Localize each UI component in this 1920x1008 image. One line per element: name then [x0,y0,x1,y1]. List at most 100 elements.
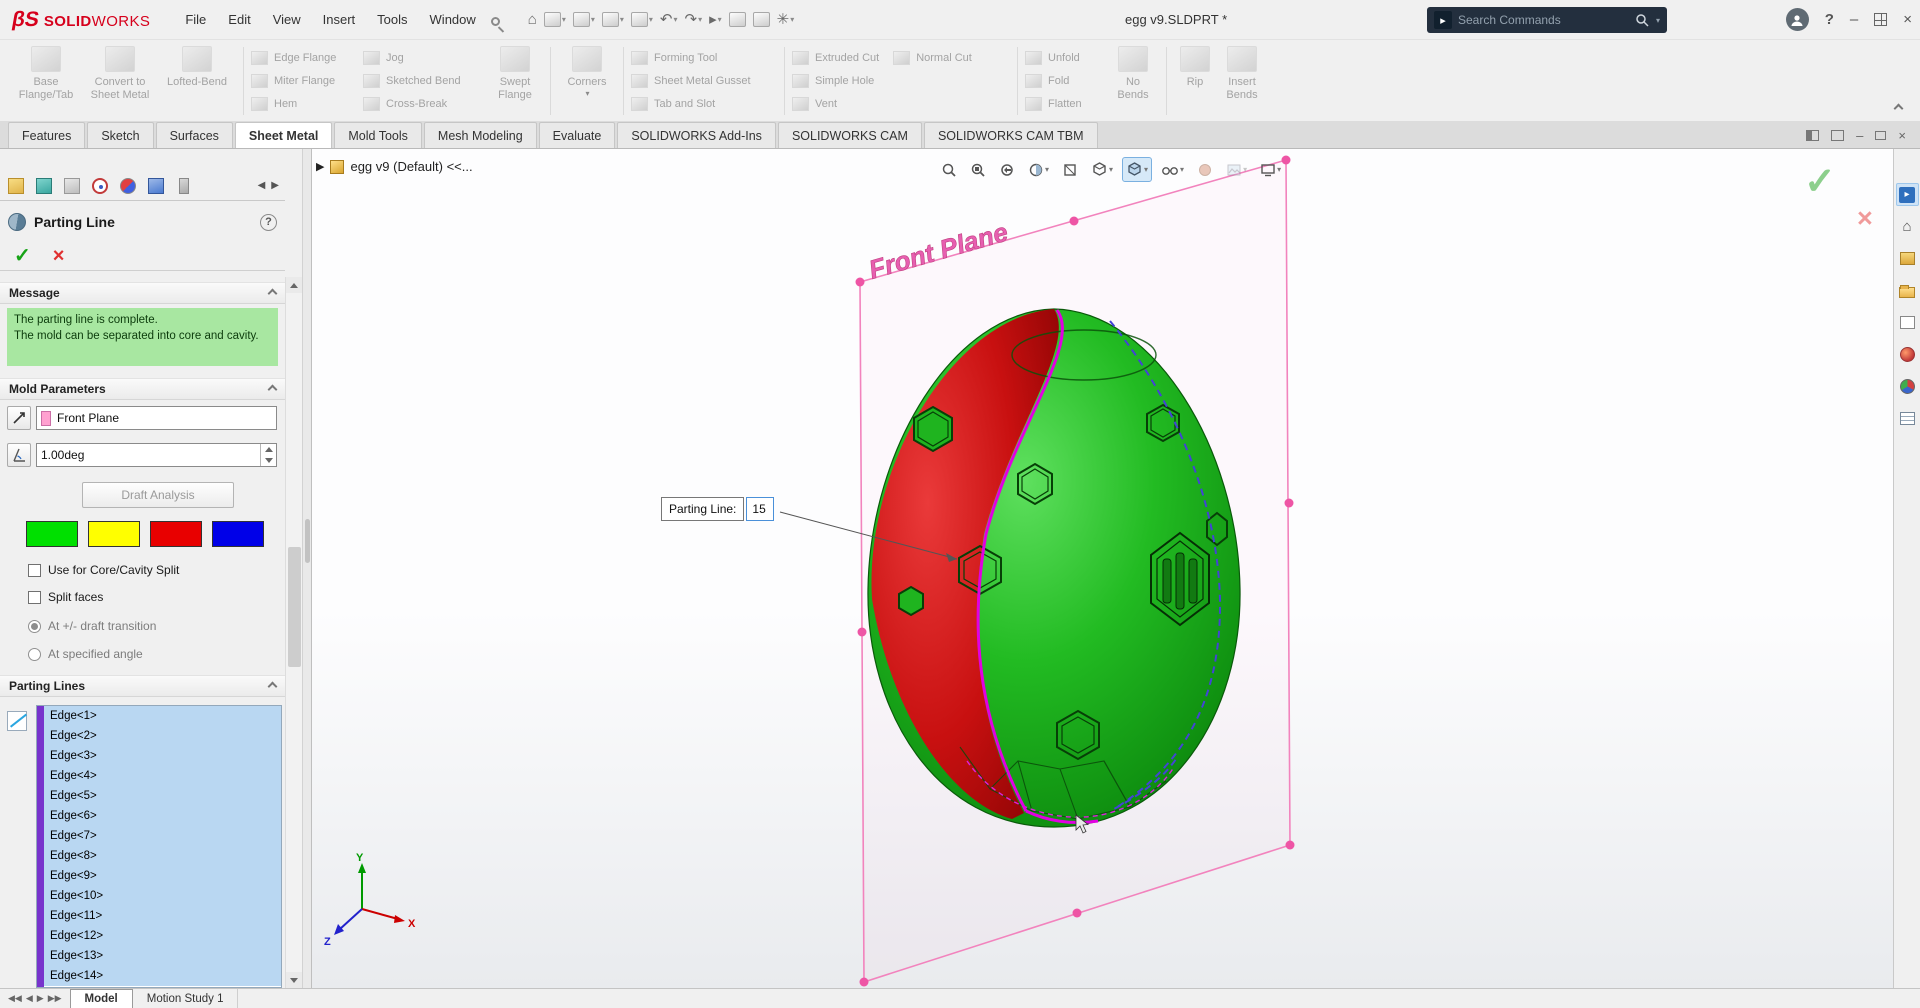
displaymanager-tab[interactable] [118,176,138,196]
parting-line-edge-item[interactable]: Edge<14> [44,966,281,986]
parting-line-edge-item[interactable]: Edge<7> [44,826,281,846]
flyout-expand-icon[interactable]: ▶ [316,160,324,173]
select-button[interactable]: ▸ ▾ [707,10,724,29]
plane-handle[interactable] [1069,216,1079,226]
sketched-bend-button[interactable]: Sketched Bend [363,71,487,90]
menu-insert[interactable]: Insert [312,7,367,32]
plane-handle[interactable] [855,277,865,287]
view-palette-tab[interactable] [1896,311,1919,334]
scrollbar-thumb[interactable] [288,547,301,667]
help-icon[interactable]: ? [260,213,277,231]
tab-and-slot-button[interactable]: Tab and Slot [631,94,777,113]
search-dropdown-icon[interactable]: ▾ [1656,16,1660,25]
parting-line-edge-item[interactable]: Edge<10> [44,886,281,906]
no-bends-button[interactable]: No Bends [1107,43,1159,119]
reverse-direction-button[interactable] [7,406,31,430]
parting-lines-section-header[interactable]: Parting Lines [0,675,285,697]
parting-line-edges-listbox[interactable]: Edge<1> Edge<2> Edge<3> Edge<4> Edge<5> … [36,705,282,988]
parting-line-edge-item[interactable]: Edge<2> [44,726,281,746]
plane-handle[interactable] [1284,498,1294,508]
plane-handle[interactable] [1072,908,1082,918]
featuremanager-tree-tab[interactable] [6,176,26,196]
save-button[interactable]: ▾ [600,10,626,29]
options-button[interactable]: ✳ ▾ [775,10,797,29]
simple-hole-button[interactable]: Simple Hole [792,71,1010,90]
home-tab[interactable]: ⌂ [1896,215,1919,238]
user-profile-icon[interactable] [1785,8,1809,31]
next-tab-icon[interactable]: ▶ [37,993,44,1004]
extruded-cut-button[interactable]: Extruded Cut [792,48,879,67]
custom-properties-tab[interactable] [1896,407,1919,430]
parting-line-edge-item[interactable]: Edge<5> [44,786,281,806]
search-icon[interactable] [1635,13,1649,27]
ok-button[interactable]: ✓ [14,246,31,266]
hide-show-items-icon[interactable]: ▾ [1157,157,1188,182]
dimxpertmanager-tab[interactable] [90,176,110,196]
undo-button[interactable]: ↶ ▾ [658,10,680,29]
plane-handle[interactable] [857,627,867,637]
edge-flange-button[interactable]: Edge Flange [251,48,363,67]
parting-line-edge-item[interactable]: Edge<6> [44,806,281,826]
radio-selected-icon[interactable] [28,619,41,633]
parting-line-edge-item[interactable]: Edge<3> [44,746,281,766]
callout-value-field[interactable]: 15 [746,497,775,521]
lofted-bend-button[interactable]: Lofted-Bend [158,43,236,119]
tab-surfaces[interactable]: Surfaces [155,122,233,148]
jog-button[interactable]: Jog [363,48,487,67]
section-view-icon[interactable]: ▾ [1024,157,1053,182]
sheet-metal-gusset-button[interactable]: Sheet Metal Gusset [631,71,777,90]
tab-solidworks-cam-tbm[interactable]: SOLIDWORKS CAM TBM [923,122,1098,148]
model-view[interactable]: Front Plane [312,149,1893,988]
menu-view[interactable]: View [262,7,312,32]
view-orientation-icon[interactable]: ▾ [1087,157,1117,182]
corners-dropdown-icon[interactable]: ▾ [585,89,589,98]
negative-draft-swatch[interactable] [150,521,202,547]
doc-minimize-icon[interactable]: – [1856,128,1863,143]
previous-view-icon[interactable] [995,157,1019,182]
straddle-faces-swatch[interactable] [212,521,264,547]
display-style-icon[interactable]: ▾ [1122,157,1153,182]
rip-button[interactable]: Rip [1174,43,1216,119]
search-scope-icon[interactable]: ▸ [1434,11,1452,29]
cross-break-button[interactable]: Cross-Break [363,94,487,113]
pin-menu-icon[interactable] [490,17,500,26]
normal-cut-button[interactable]: Normal Cut [893,48,972,67]
graphics-viewport[interactable]: Front Plane ▶ egg v9 (Default) <<... ▾ ▾… [312,149,1893,988]
sheet-properties-button[interactable] [751,10,772,29]
help-icon[interactable]: ? [1825,11,1834,28]
cam-feature-tree-tab[interactable] [146,176,166,196]
command-search[interactable]: ▸ ▾ [1427,7,1667,33]
minimize-button[interactable]: – [1850,11,1858,28]
last-tab-icon[interactable]: ▶▶ [48,993,62,1004]
parting-line-edge-item[interactable]: Edge<13> [44,946,281,966]
model-tab[interactable]: Model [69,989,133,1008]
message-section-header[interactable]: Message [0,282,285,304]
first-tab-icon[interactable]: ◀◀ [8,993,22,1004]
mold-parameters-section-header[interactable]: Mold Parameters [0,378,285,400]
spin-down-icon[interactable] [264,458,273,463]
pane-right-icon[interactable] [1831,130,1845,141]
angle-spinner[interactable] [260,444,276,466]
zoom-to-fit-icon[interactable] [937,157,961,182]
swept-flange-button[interactable]: Swept Flange [487,43,543,119]
solidworks-resources-tab[interactable]: ▸ [1895,183,1919,206]
propertymanager-tab[interactable] [34,176,54,196]
menu-tools[interactable]: Tools [366,7,418,32]
plane-handle[interactable] [859,977,869,987]
tab-scroll-left-icon[interactable]: ◀ [258,180,266,191]
parting-line-edge-item[interactable]: Edge<9> [44,866,281,886]
confirmation-cancel-button[interactable]: × [1857,205,1873,232]
tab-scroll-right-icon[interactable]: ▶ [271,180,279,191]
parting-line-edge-item[interactable]: Edge<4> [44,766,281,786]
panel-scrollbar[interactable] [285,277,302,988]
confirmation-ok-button[interactable]: ✓ [1804,163,1836,201]
parting-line-edge-item[interactable]: Edge<8> [44,846,281,866]
positive-draft-swatch[interactable] [26,521,78,547]
spin-up-icon[interactable] [264,447,273,452]
close-button[interactable]: × [1903,11,1912,28]
feature-tree-flyout[interactable]: ▶ egg v9 (Default) <<... [316,159,473,174]
menu-file[interactable]: File [174,7,217,32]
specified-angle-option[interactable]: At specified angle [28,647,143,661]
draft-transition-option[interactable]: At +/- draft transition [28,619,156,633]
plane-handle[interactable] [1285,840,1295,850]
